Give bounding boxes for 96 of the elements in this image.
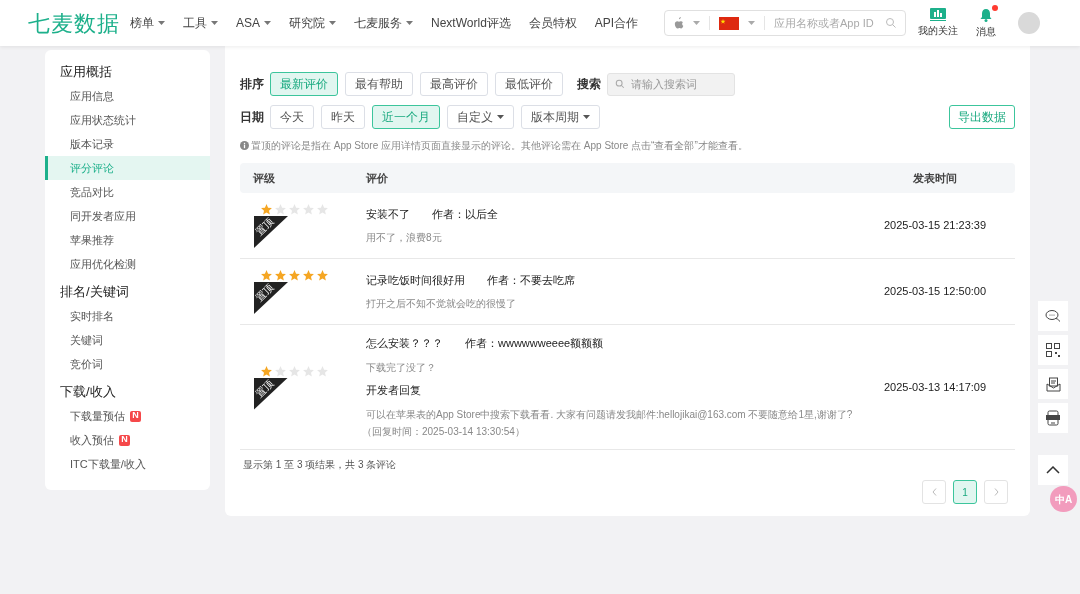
sidebar-item[interactable]: 收入预估 N xyxy=(45,428,210,452)
app-search-input[interactable]: 应用名称或者App ID xyxy=(774,14,880,32)
star-icon xyxy=(316,364,329,378)
nav-link[interactable]: 研究院 xyxy=(289,14,336,32)
qr-code-button[interactable] xyxy=(1038,335,1068,365)
filter-label: 排序 xyxy=(240,76,264,93)
review-title: 记录吃饭时间很好用 xyxy=(366,272,465,288)
filter-option[interactable]: 最高评价 xyxy=(420,72,488,96)
filter-label: 搜索 xyxy=(577,76,601,93)
back-to-top-button[interactable] xyxy=(1038,455,1068,485)
filter-option[interactable]: 昨天 xyxy=(321,105,365,129)
qr-code-icon xyxy=(1046,343,1060,357)
nav-link[interactable]: 榜单 xyxy=(130,14,165,32)
new-badge: N xyxy=(119,434,130,446)
star-icon xyxy=(260,203,273,216)
sidebar-item[interactable]: 应用信息 xyxy=(45,84,210,108)
reply-time: （回复时间：2025-03-14 13:30:54） xyxy=(362,425,526,439)
review-time: 2025-03-15 12:50:00 xyxy=(882,284,988,300)
nav-link[interactable]: 七麦服务 xyxy=(354,14,413,32)
header-action[interactable]: 我的关注 xyxy=(918,8,958,38)
result-summary: 显示第 1 至 3 项结果，共 3 条评论 xyxy=(242,458,398,472)
star-icon xyxy=(302,269,315,282)
sidebar-item[interactable]: 下载量预估 N xyxy=(45,404,210,428)
sidebar-item[interactable]: 苹果推荐 xyxy=(45,228,210,252)
sidebar-item[interactable]: 竞品对比 xyxy=(45,180,210,204)
review-title: 安装不了 xyxy=(366,206,410,222)
star-icon xyxy=(260,364,273,378)
review-author: 作者：不要去吃席 xyxy=(487,272,575,288)
nav-link[interactable]: 会员特权 xyxy=(528,14,577,32)
review-time: 2025-03-13 14:17:09 xyxy=(882,379,988,395)
star-icon xyxy=(260,269,273,282)
nav-link[interactable]: ASA xyxy=(236,14,271,32)
filter-option[interactable]: 版本周期 xyxy=(521,105,600,129)
sidebar-section-title: 下载/收入 xyxy=(59,383,117,402)
app-download-button[interactable] xyxy=(1038,403,1068,433)
chevron-left-icon xyxy=(931,488,937,496)
nav-link[interactable]: 工具 xyxy=(183,14,218,32)
filter-option[interactable]: 最有帮助 xyxy=(345,72,413,96)
app-search-field[interactable]: 应用名称或者App ID xyxy=(664,10,906,36)
filter-label: 日期 xyxy=(240,109,264,126)
reply-body: 可以在苹果表的App Store中搜索下载看看. 大家有问题请发我邮件:hellojikai@163.com 不要随意给1星,谢谢了? xyxy=(366,408,854,422)
sidebar-section-title: 应用概括 xyxy=(59,63,113,82)
star-icon xyxy=(316,269,329,282)
review-body: 用不了，浪费8元 xyxy=(366,231,443,246)
review-author: 作者：以后全 xyxy=(432,206,498,222)
star-icon xyxy=(302,203,315,216)
envelope-icon xyxy=(1045,376,1061,392)
star-icon xyxy=(274,364,287,378)
table-header: 评级 评价 发表时间 xyxy=(240,163,1015,193)
pinned-badge: 置顶 xyxy=(254,282,288,314)
sidebar-item[interactable]: 同开发者应用 xyxy=(45,204,210,228)
apple-icon xyxy=(673,16,684,30)
review-time: 2025-03-15 21:23:39 xyxy=(882,218,988,234)
chart-icon xyxy=(930,8,946,21)
pinned-badge: 置顶 xyxy=(254,377,288,410)
flag-icon xyxy=(719,16,739,30)
sidebar-item[interactable]: 实时排名 xyxy=(45,304,210,328)
star-icon xyxy=(316,203,329,216)
star-icon xyxy=(274,269,287,282)
filter-option[interactable]: 自定义 xyxy=(447,105,514,129)
star-icon xyxy=(302,364,315,378)
review-title: 怎么安装？？？ xyxy=(366,336,443,351)
sidebar-item[interactable]: 版本记录 xyxy=(45,132,210,156)
sidebar-section-title: 排名/关键词 xyxy=(59,283,130,302)
search-icon xyxy=(885,17,897,29)
mail-button[interactable] xyxy=(1038,369,1068,399)
bell-icon xyxy=(979,7,993,22)
sidebar-item[interactable]: 应用状态统计 xyxy=(45,108,210,132)
sidebar-item[interactable]: 应用优化检测 xyxy=(45,252,210,276)
keyword-search-field[interactable]: 请输入搜索词 xyxy=(607,72,735,96)
caret-icon xyxy=(748,21,755,25)
chevron-up-icon xyxy=(1046,466,1060,474)
pinned-badge: 置顶 xyxy=(254,216,288,248)
nav-link[interactable]: NextWorld评选 xyxy=(431,14,511,32)
star-icon xyxy=(288,269,301,282)
review-body: 下载完了没了？ xyxy=(366,360,437,375)
header-action[interactable]: 消息 xyxy=(976,7,996,39)
caret-icon xyxy=(693,21,700,25)
sidebar-item[interactable]: ITC下载量/收入 xyxy=(45,452,210,476)
star-icon xyxy=(288,364,301,378)
filter-option[interactable]: 今天 xyxy=(270,105,314,129)
star-icon xyxy=(274,203,287,216)
star-icon xyxy=(288,203,301,216)
keyword-input[interactable]: 请输入搜索词 xyxy=(631,75,727,93)
info-icon xyxy=(240,140,249,150)
new-badge: N xyxy=(130,410,141,422)
nav-link[interactable]: API合作 xyxy=(594,14,639,32)
review-author: 作者：wwwwwweeee额额额 xyxy=(465,336,604,351)
reply-title: 开发者回复 xyxy=(366,382,422,398)
filter-option[interactable]: 最低评价 xyxy=(495,72,563,96)
review-body: 打开之后不知不觉就会吃的很慢了 xyxy=(366,297,517,312)
note-text: 置顶的评论是指在 App Store 应用详情页面直接显示的评论。其他评论需在 App Store 点击“查看全部”才能查看。 xyxy=(251,138,748,153)
search-icon xyxy=(615,79,625,89)
sidebar-item[interactable]: 竞价词 xyxy=(45,352,210,376)
sidebar-item[interactable]: 关键词 xyxy=(45,328,210,352)
chevron-right-icon xyxy=(993,488,999,496)
